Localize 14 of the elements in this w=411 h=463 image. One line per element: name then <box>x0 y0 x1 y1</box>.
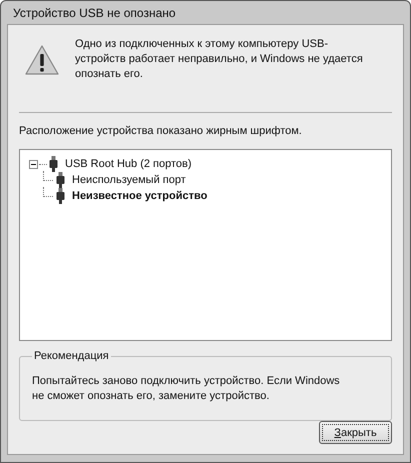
window-title: Устройство USB не опознано <box>13 6 176 20</box>
message-text: Одно из подключенных к этому компьютеру USB-устройств работает неправильно, и Windows не удается опознать его. <box>75 37 364 82</box>
usb-plug-icon <box>56 172 65 188</box>
warning-icon <box>25 45 59 75</box>
tree-item[interactable]: Неизвестное устройство <box>72 190 208 202</box>
usb-plug-icon <box>49 156 58 172</box>
close-button[interactable]: Закрыть <box>319 421 392 444</box>
tree-item[interactable]: USB Root Hub (2 портов) <box>65 158 192 170</box>
collapse-icon[interactable] <box>29 160 38 168</box>
recommendation-text: Попытайтесь заново подключить устройство. Если Windows не сможет опознать его, замените устройство. <box>32 374 341 404</box>
group-title: Рекомендация <box>33 350 110 362</box>
usb-plug-icon <box>56 188 65 204</box>
hint-text: Расположение устройства показано жирным шрифтом. <box>19 125 303 137</box>
tree-item[interactable]: Неиспользуемый порт <box>72 174 186 186</box>
